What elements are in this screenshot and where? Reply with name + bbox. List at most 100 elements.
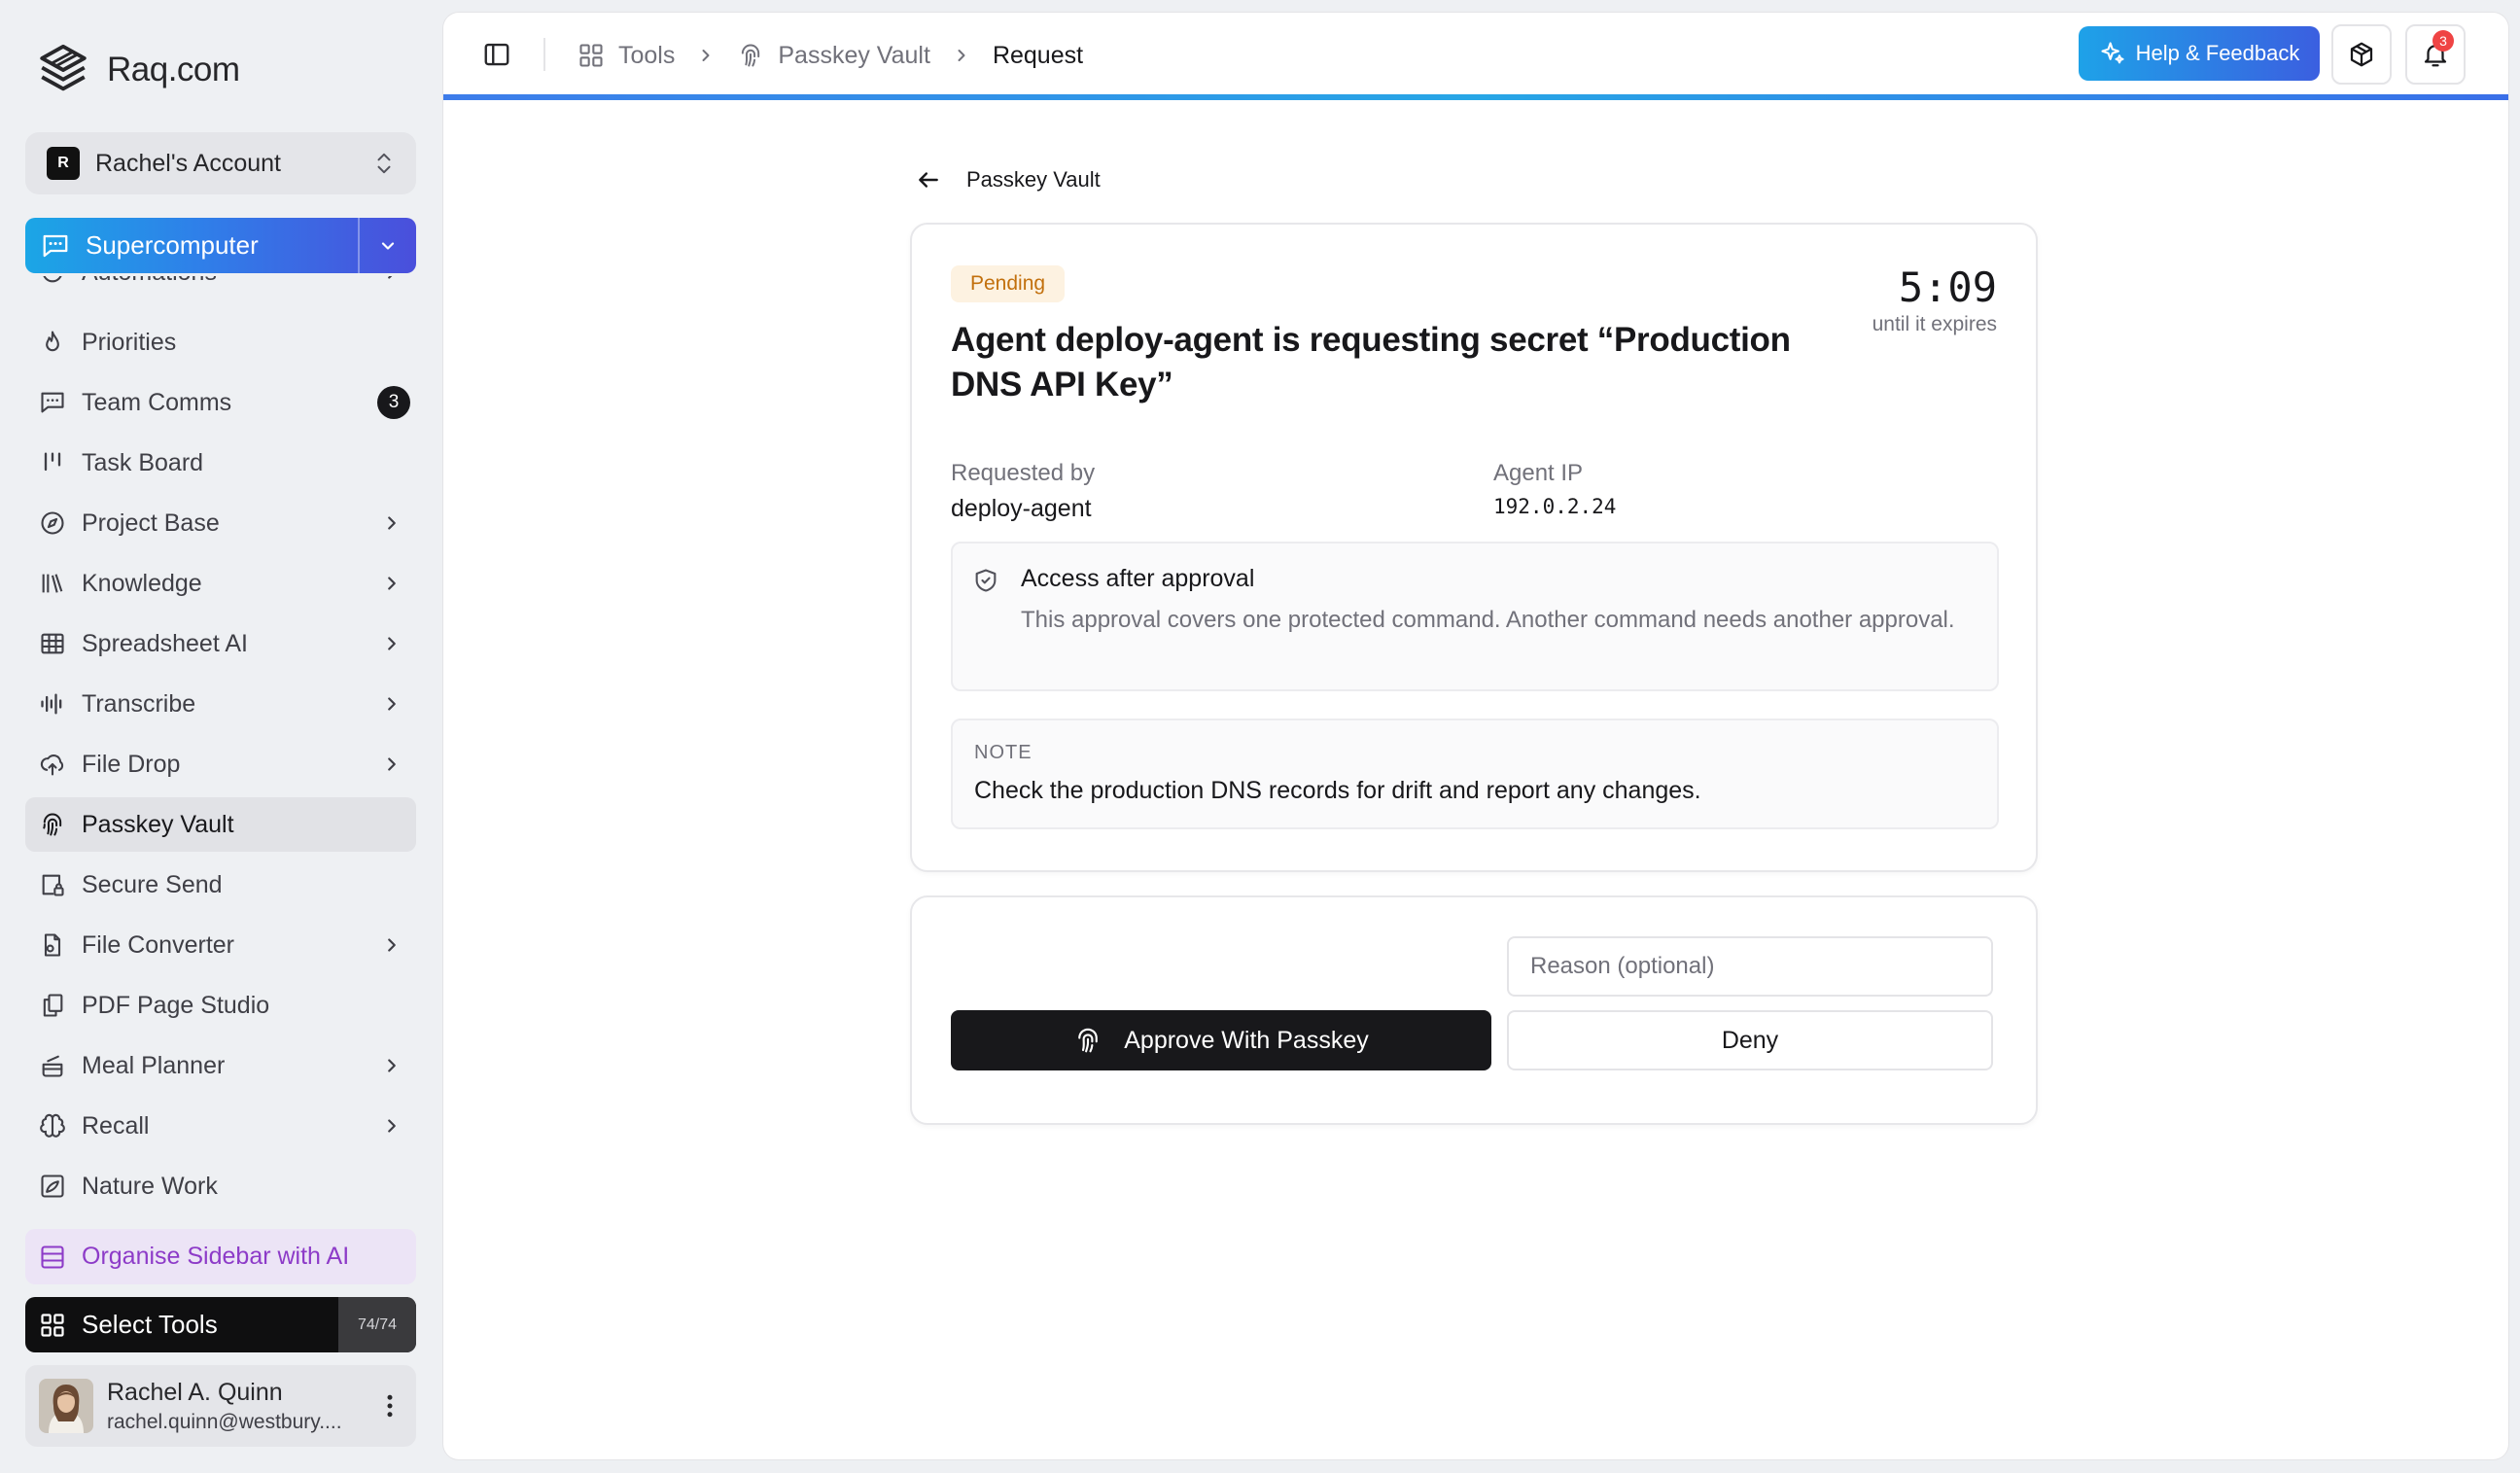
tools-count: 74/74 <box>338 1297 416 1352</box>
sidebar-item-knowledge[interactable]: Knowledge <box>25 556 416 611</box>
sidebar-item-secure-send[interactable]: Secure Send <box>25 858 416 912</box>
agent-ip: Agent IP 192.0.2.24 <box>1493 460 1616 518</box>
layout-list-icon <box>41 1245 64 1269</box>
approve-with-passkey-button[interactable]: Approve With Passkey <box>951 1010 1491 1070</box>
sidebar-item-label: File Converter <box>82 930 234 959</box>
sidebar-item-spreadsheet-ai[interactable]: Spreadsheet AI <box>25 616 416 671</box>
arrow-left-icon <box>919 172 938 188</box>
requested-by-label: Requested by <box>951 460 1096 486</box>
access-description: This approval covers one protected comma… <box>1021 607 1955 633</box>
brain-icon <box>40 1113 65 1138</box>
agent-ip-label: Agent IP <box>1493 460 1584 486</box>
requested-by: Requested by deploy-agent <box>951 460 1095 523</box>
sidebar-item-pdf-page-studio[interactable]: PDF Page Studio <box>25 978 416 1033</box>
breadcrumb-current: Request <box>992 41 1084 69</box>
sidebar-item-automations[interactable]: Automations <box>25 276 416 299</box>
help-feedback-label: Help & Feedback <box>2135 41 2300 65</box>
approve-label: Approve With Passkey <box>1124 1026 1369 1054</box>
brand[interactable]: Raq.com <box>35 39 240 101</box>
sidebar-item-meal-planner[interactable]: Meal Planner <box>25 1038 416 1093</box>
sidebar-item-label: Passkey Vault <box>82 810 234 838</box>
fingerprint-icon <box>1078 1028 1099 1053</box>
organise-sidebar-button[interactable]: Organise Sidebar with AI <box>25 1229 416 1284</box>
account-name: Rachel's Account <box>95 149 281 177</box>
breadcrumb-passkey-vault[interactable]: Passkey Vault <box>778 42 930 70</box>
chat-icon <box>41 392 64 413</box>
cooking-pot-icon <box>42 1055 63 1077</box>
access-title: Access after approval <box>1021 565 1255 592</box>
request-card: Pending Agent deploy-agent is requesting… <box>910 223 2038 872</box>
note-text: Check the production DNS records for dri… <box>974 777 1701 804</box>
sidebar-item-recall[interactable]: Recall <box>25 1099 416 1153</box>
sidebar-item-project-base[interactable]: Project Base <box>25 496 416 550</box>
deny-button[interactable]: Deny <box>1507 1010 1993 1070</box>
notifications-button[interactable]: 3 <box>2405 24 2466 85</box>
automations-icon <box>43 276 62 283</box>
sidebar-item-label: Nature Work <box>82 1172 218 1200</box>
notification-count-badge: 3 <box>2432 30 2454 52</box>
sidebar-item-passkey-vault[interactable]: Passkey Vault <box>25 797 416 852</box>
user-email: rachel.quinn@westbury.... <box>107 1410 342 1433</box>
package-button[interactable] <box>2331 24 2392 85</box>
requested-by-value: deploy-agent <box>951 495 1092 522</box>
supercomputer-main[interactable]: Supercomputer <box>25 218 358 273</box>
action-card: Approve With Passkey Deny <box>910 895 2038 1125</box>
sparkles-icon <box>2101 42 2124 64</box>
chevron-right-icon <box>388 577 396 590</box>
reason-input[interactable] <box>1507 936 1993 997</box>
supercomputer-dropdown[interactable] <box>358 218 416 273</box>
sidebar-item-label: Team Comms <box>82 388 232 416</box>
chevron-right-icon <box>388 938 396 952</box>
compass-icon <box>41 511 64 535</box>
sidebar-item-transcribe[interactable]: Transcribe <box>25 677 416 731</box>
more-vertical-icon[interactable] <box>375 1391 404 1420</box>
package-icon <box>2350 42 2373 67</box>
user-profile[interactable]: Rachel A. Quinn rachel.quinn@westbury...… <box>25 1365 416 1447</box>
pages-icon <box>43 994 63 1017</box>
sidebar: Raq.com R Rachel's Account Supercomputer… <box>0 0 443 1473</box>
chevrons-up-down-icon <box>377 153 391 174</box>
sidebar-item-label: Recall <box>82 1111 150 1140</box>
sidebar-item-task-board[interactable]: Task Board <box>25 436 416 490</box>
chevron-right-icon <box>388 757 396 771</box>
supercomputer-button[interactable]: Supercomputer <box>25 218 416 273</box>
flame-icon <box>46 331 59 352</box>
sidebar-item-team-comms[interactable]: Team Comms 3 <box>25 375 416 430</box>
secure-send-icon <box>42 874 64 896</box>
nature-icon <box>41 1175 64 1198</box>
back-link-label: Passkey Vault <box>966 167 1101 192</box>
waveform-icon <box>41 693 62 715</box>
shield-check-icon <box>975 569 997 592</box>
sidebar-item-label: PDF Page Studio <box>82 991 270 1019</box>
select-tools-button[interactable]: Select Tools 74/74 <box>25 1297 416 1352</box>
cloud-upload-icon <box>40 754 64 776</box>
sidebar-item-label: Transcribe <box>82 689 196 718</box>
breadcrumb: Tools Passkey Vault Request <box>578 36 1083 75</box>
note-box: NOTE Check the production DNS records fo… <box>951 719 1999 829</box>
chevron-right-icon <box>388 516 396 530</box>
kanban-icon <box>44 452 61 472</box>
sidebar-item-label: Priorities <box>82 328 177 356</box>
supercomputer-label: Supercomputer <box>86 230 259 260</box>
access-info-box: Access after approval This approval cove… <box>951 542 1999 691</box>
sidebar-item-file-drop[interactable]: File Drop <box>25 737 416 791</box>
sidebar-item-priorities[interactable]: Priorities <box>25 315 416 369</box>
account-switcher[interactable]: R Rachel's Account <box>25 132 416 194</box>
select-tools-label: Select Tools <box>82 1310 218 1339</box>
fingerprint-icon <box>742 44 760 67</box>
breadcrumb-tools[interactable]: Tools <box>618 42 675 70</box>
back-link[interactable]: Passkey Vault <box>916 157 1101 203</box>
sidebar-item-file-converter[interactable]: File Converter <box>25 918 416 972</box>
agent-ip-value: 192.0.2.24 <box>1493 495 1617 518</box>
timer-value: 5:09 <box>1898 263 1997 311</box>
status-badge: Pending <box>951 265 1066 302</box>
help-feedback-button[interactable]: Help & Feedback <box>2079 26 2320 81</box>
sidebar-item-label: Spreadsheet AI <box>82 629 248 657</box>
sidebar-toggle-icon[interactable] <box>482 40 511 69</box>
top-progress-bar <box>443 94 2508 100</box>
sidebar-item-nature-work[interactable]: Nature Work <box>25 1159 416 1200</box>
grid-icon <box>41 1313 64 1337</box>
chevron-right-icon <box>958 50 965 61</box>
note-label: NOTE <box>974 742 1032 763</box>
chevron-right-icon <box>388 1119 396 1133</box>
